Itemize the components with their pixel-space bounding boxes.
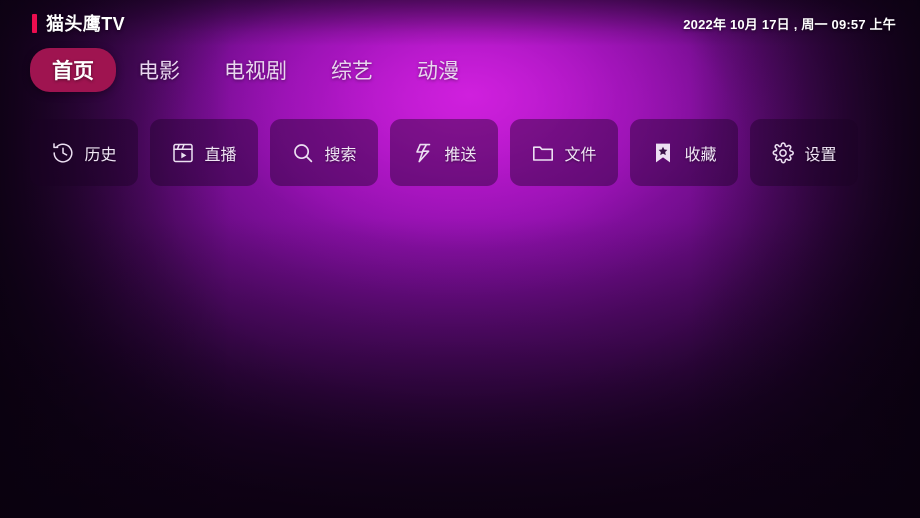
tv-launcher-screen: 猫头鹰TV 2022年 10月 17日 , 周一 09:57 上午 首页 电影 … — [0, 0, 920, 518]
shortcut-label: 文件 — [564, 146, 597, 164]
history-clock-icon — [51, 141, 75, 165]
shortcut-favorites[interactable]: 收藏 — [630, 119, 738, 186]
shortcut-label: 设置 — [804, 146, 837, 164]
bookmark-star-icon — [651, 141, 675, 165]
shortcut-live[interactable]: 直播 — [150, 119, 258, 186]
tab-movies[interactable]: 电影 — [116, 48, 202, 92]
live-play-frame-icon — [171, 141, 195, 165]
datetime-display: 2022年 10月 17日 , 周一 09:57 上午 — [683, 16, 896, 32]
shortcut-row: 历史 直播 搜索 推送 文件 收藏 设置 — [30, 119, 858, 186]
shortcut-label: 收藏 — [684, 146, 717, 164]
shortcut-history[interactable]: 历史 — [30, 119, 138, 186]
tab-home[interactable]: 首页 — [30, 48, 116, 92]
search-icon — [291, 141, 315, 165]
shortcut-push[interactable]: 推送 — [390, 119, 498, 186]
tab-variety[interactable]: 综艺 — [309, 48, 395, 92]
category-tabs: 首页 电影 电视剧 综艺 动漫 — [30, 48, 481, 92]
tab-tv-series[interactable]: 电视剧 — [202, 48, 309, 92]
brand-logo: 猫头鹰TV — [32, 10, 125, 36]
shortcut-label: 推送 — [444, 146, 477, 164]
shortcut-files[interactable]: 文件 — [510, 119, 618, 186]
shortcut-label: 历史 — [84, 146, 117, 164]
lightning-bolt-icon — [411, 141, 435, 165]
shortcut-search[interactable]: 搜索 — [270, 119, 378, 186]
brand-accent-bar-icon — [32, 13, 37, 33]
tab-anime[interactable]: 动漫 — [395, 48, 481, 92]
shortcut-label: 直播 — [204, 146, 237, 164]
app-title: 猫头鹰TV — [46, 14, 126, 34]
shortcut-label: 搜索 — [324, 146, 357, 164]
shortcut-settings[interactable]: 设置 — [750, 119, 858, 186]
gear-icon — [771, 141, 795, 165]
folder-icon — [531, 141, 555, 165]
app-header: 猫头鹰TV 2022年 10月 17日 , 周一 09:57 上午 — [0, 0, 920, 46]
